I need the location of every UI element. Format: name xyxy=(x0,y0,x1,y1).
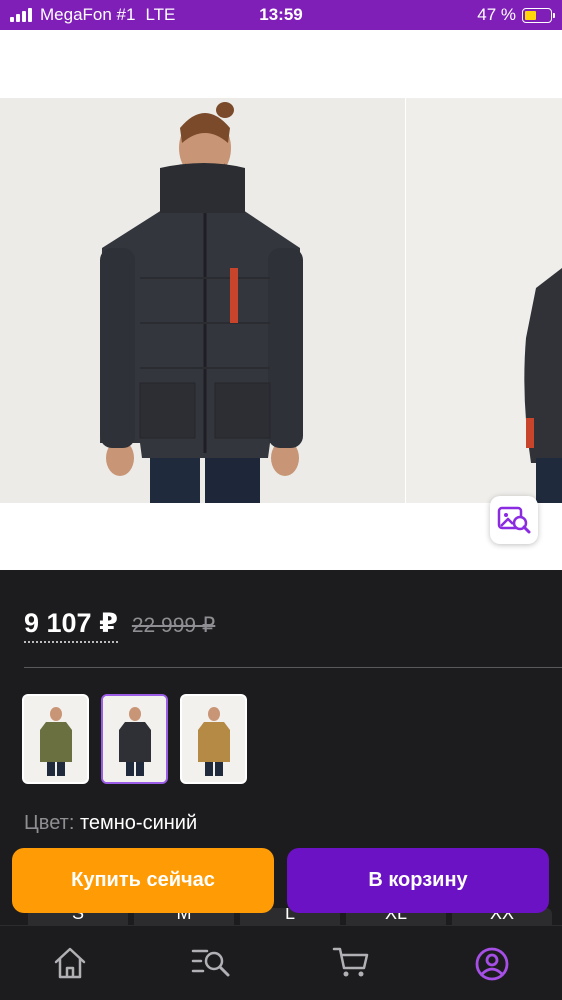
color-thumbnails xyxy=(22,694,247,784)
color-thumbnail[interactable] xyxy=(101,694,168,784)
home-icon xyxy=(55,947,86,979)
thumbnail-image xyxy=(24,696,87,782)
jacket-side-illustration xyxy=(406,98,562,503)
heart-icon xyxy=(432,58,468,89)
share-button[interactable] xyxy=(502,52,546,96)
chevron-left-icon xyxy=(27,58,45,90)
divider xyxy=(24,667,562,668)
color-label: Цвет: xyxy=(24,812,75,834)
price-row: 9 107 ₽ 22 999 ₽ xyxy=(24,608,215,643)
tab-catalog[interactable] xyxy=(181,946,241,986)
price-current[interactable]: 9 107 ₽ xyxy=(24,608,118,643)
color-row: Цвет: темно-синий xyxy=(24,812,197,835)
thumbnail-image xyxy=(182,696,245,782)
color-thumbnail[interactable] xyxy=(180,694,247,784)
favorite-button[interactable] xyxy=(428,52,472,96)
back-button[interactable] xyxy=(14,52,58,96)
product-photo[interactable] xyxy=(0,98,405,503)
color-value: темно-синий xyxy=(79,812,198,834)
carrier-name: MegaFon #1 xyxy=(40,5,136,24)
tab-profile[interactable] xyxy=(462,946,522,986)
image-search-icon xyxy=(497,506,531,534)
battery-icon xyxy=(522,7,555,23)
price-old: 22 999 ₽ xyxy=(131,614,216,637)
catalog-search-icon xyxy=(191,949,230,977)
buy-now-label: Купить сейчас xyxy=(71,869,215,891)
profile-icon xyxy=(475,947,509,981)
clock: 13:59 xyxy=(259,5,303,24)
product-gallery[interactable] xyxy=(0,30,562,570)
share-icon xyxy=(510,55,538,92)
tab-bar xyxy=(0,925,562,1000)
network-type: LTE xyxy=(145,5,176,24)
cart-icon xyxy=(333,947,369,977)
add-to-cart-label: В корзину xyxy=(368,869,468,891)
add-to-cart-button[interactable]: В корзину xyxy=(287,848,549,913)
jacket-model-illustration xyxy=(0,98,405,503)
thumbnail-image xyxy=(103,696,166,782)
tab-home[interactable] xyxy=(40,946,100,986)
tab-cart[interactable] xyxy=(321,946,381,986)
status-bar: MegaFon #1 LTE 13:59 47 % xyxy=(0,0,562,30)
color-thumbnail[interactable] xyxy=(22,694,89,784)
search-by-photo-button[interactable] xyxy=(490,496,538,544)
signal-icon xyxy=(10,8,32,22)
buy-now-button[interactable]: Купить сейчас xyxy=(12,848,274,913)
product-photo-next[interactable] xyxy=(406,98,562,503)
battery-percent: 47 % xyxy=(477,5,516,24)
